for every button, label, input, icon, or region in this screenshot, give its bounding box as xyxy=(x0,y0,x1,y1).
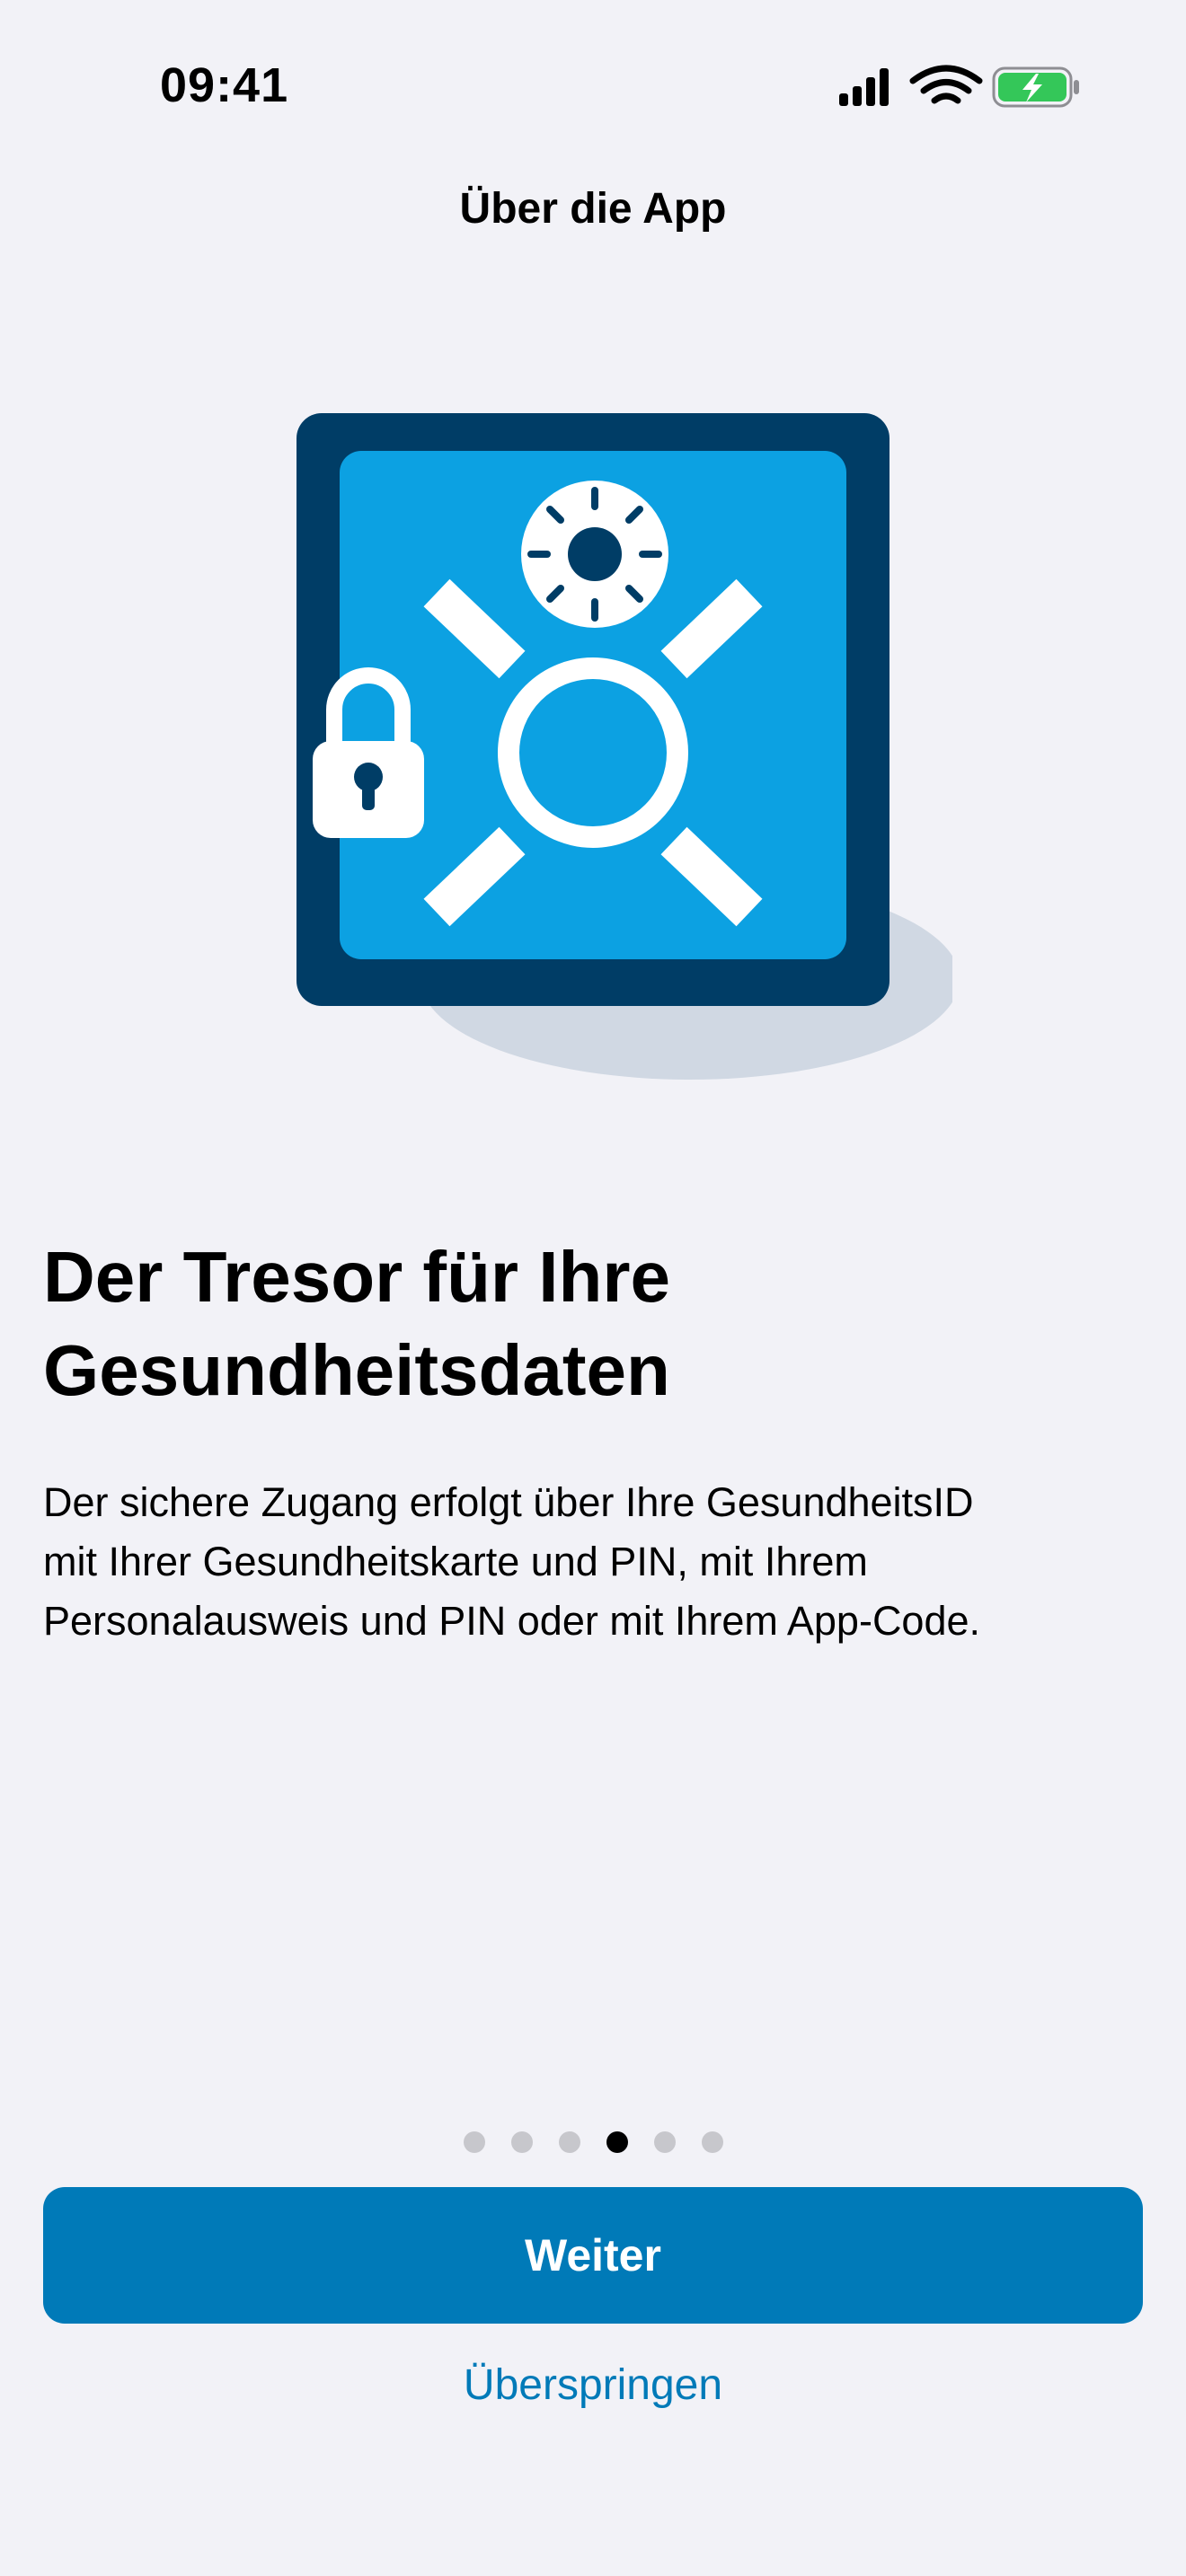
page-dot-active[interactable] xyxy=(606,2131,628,2153)
page-dot[interactable] xyxy=(463,2131,485,2153)
page-dot[interactable] xyxy=(653,2131,676,2153)
safe-with-lock-icon xyxy=(296,413,952,1080)
body-text: Der sichere Zugang erfolgt über Ihre Ges… xyxy=(43,1473,1143,1651)
battery-charging-icon xyxy=(992,66,1079,108)
status-icons xyxy=(839,65,1079,108)
continue-button[interactable]: Weiter xyxy=(43,2187,1143,2324)
wifi-icon xyxy=(909,65,983,104)
headline-line-1: Der Tresor für Ihre xyxy=(43,1237,671,1317)
status-bar: 09:41 xyxy=(0,0,1186,171)
page-indicator[interactable] xyxy=(0,2131,1186,2153)
safe-dial xyxy=(521,481,668,628)
page-dot[interactable] xyxy=(558,2131,580,2153)
headline-line-2: Gesundheitsdaten xyxy=(43,1330,670,1410)
skip-link[interactable]: Überspringen xyxy=(0,2360,1186,2410)
cellular-signal-icon xyxy=(839,68,889,106)
body-text-line-2: mit Ihrer Gesundheitskarte und PIN, mit … xyxy=(43,1539,868,1584)
nav-title: Über die App xyxy=(459,185,727,233)
body-text-line-1: Der sichere Zugang erfolgt über Ihre Ges… xyxy=(43,1479,974,1525)
body-text-line-3: Personalausweis und PIN oder mit Ihrem A… xyxy=(43,1598,981,1644)
status-time: 09:41 xyxy=(160,58,289,112)
page-dot[interactable] xyxy=(701,2131,723,2153)
headline: Der Tresor für Ihre Gesundheitsdaten xyxy=(43,1231,1143,1417)
page-dot[interactable] xyxy=(510,2131,533,2153)
